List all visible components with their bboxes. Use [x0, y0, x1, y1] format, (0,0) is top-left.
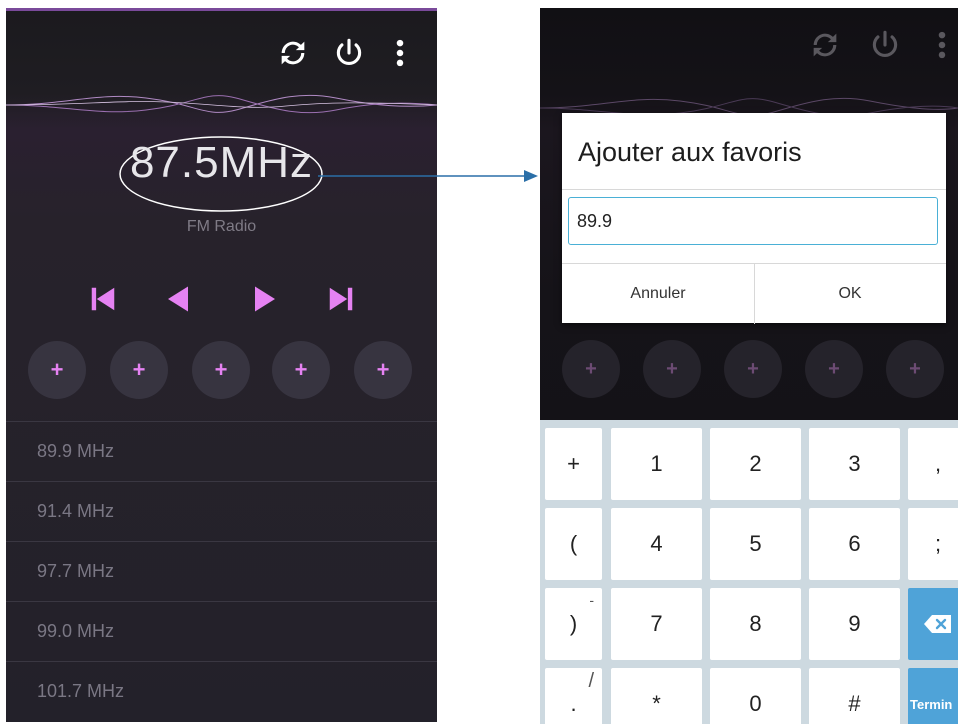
add-preset-label: +: [747, 357, 759, 380]
preset-slot-1[interactable]: +: [28, 341, 86, 399]
play-icon[interactable]: [250, 284, 280, 314]
key-period[interactable]: . /: [545, 668, 602, 724]
key-plus[interactable]: +: [545, 428, 602, 500]
preset-slot-3: +: [724, 340, 782, 398]
key-9[interactable]: 9: [809, 588, 900, 660]
key-comma[interactable]: ,: [908, 428, 958, 500]
preset-slot-1: +: [562, 340, 620, 398]
more-vert-icon[interactable]: [390, 36, 410, 70]
add-preset-label: +: [909, 357, 921, 380]
key-0[interactable]: 0: [710, 668, 801, 724]
key-hash[interactable]: #: [809, 668, 900, 724]
add-preset-label: +: [666, 357, 678, 380]
key-5[interactable]: 5: [710, 508, 801, 580]
station-item[interactable]: 89.9 MHz: [6, 421, 437, 481]
add-preset-label: +: [132, 357, 146, 382]
add-preset-label: +: [50, 357, 64, 382]
signal-wave: [6, 94, 437, 114]
refresh-icon[interactable]: [276, 36, 310, 70]
key-4[interactable]: 4: [611, 508, 702, 580]
skip-previous-icon[interactable]: [88, 284, 118, 314]
add-preset-label: +: [376, 357, 390, 382]
key-7[interactable]: 7: [611, 588, 702, 660]
more-vert-icon: [932, 28, 952, 62]
fm-radio-screen: 87.5MHz FM Radio + + + + + 89.9 MHz 91.4…: [6, 8, 437, 722]
preset-slot-3[interactable]: +: [192, 341, 250, 399]
dialog-button-bar: Annuler OK: [562, 263, 946, 324]
preset-slot-4: +: [805, 340, 863, 398]
flow-arrow: [318, 170, 538, 182]
key-alt-symbol: /: [588, 670, 594, 692]
numeric-keyboard: + 1 2 3 , ( 4 5 6 ; ) - 7 8 9 . / * 0 #: [540, 420, 958, 724]
station-item[interactable]: 97.7 MHz: [6, 541, 437, 601]
done-label: Termin: [910, 696, 953, 712]
add-preset-label: +: [294, 357, 308, 382]
key-primary: ): [569, 611, 578, 636]
add-preset-label: +: [828, 357, 840, 380]
backspace-icon: [924, 615, 951, 633]
frequency-value: 87.5: [129, 138, 220, 187]
preset-slot-2: +: [643, 340, 701, 398]
skip-next-icon[interactable]: [326, 284, 356, 314]
preset-slot-2[interactable]: +: [110, 341, 168, 399]
key-2[interactable]: 2: [710, 428, 801, 500]
station-list: 89.9 MHz 91.4 MHz 97.7 MHz 99.0 MHz 101.…: [6, 421, 437, 721]
action-bar: [6, 18, 437, 88]
power-icon: [868, 28, 902, 62]
add-favorite-dialog: Ajouter aux favoris 89.9 Annuler OK: [562, 113, 946, 324]
band-label: FM Radio: [186, 218, 257, 235]
key-8[interactable]: 8: [710, 588, 801, 660]
station-item[interactable]: 101.7 MHz: [6, 661, 437, 721]
refresh-icon: [808, 28, 842, 62]
key-alt-symbol: -: [589, 592, 594, 608]
frequency-unit: MHz: [219, 138, 314, 187]
status-line: [6, 8, 437, 11]
key-1[interactable]: 1: [611, 428, 702, 500]
done-key[interactable]: Termin: [908, 668, 958, 724]
ok-button[interactable]: OK: [754, 264, 946, 324]
backspace-key[interactable]: [908, 588, 958, 660]
dialog-divider: [562, 189, 946, 190]
step-back-icon[interactable]: [163, 284, 193, 314]
preset-slot-5: +: [886, 340, 944, 398]
dialog-title: Ajouter aux favoris: [578, 137, 802, 167]
preset-slot-5[interactable]: +: [354, 341, 412, 399]
add-favorite-screen: + + + + + Ajouter aux favoris 89.9 Annul…: [540, 8, 958, 724]
frequency-input[interactable]: 89.9: [568, 197, 938, 245]
preset-slot-4[interactable]: +: [272, 341, 330, 399]
key-semicolon[interactable]: ;: [908, 508, 958, 580]
key-primary: .: [570, 691, 577, 716]
cancel-button[interactable]: Annuler: [562, 264, 755, 324]
key-asterisk[interactable]: *: [611, 668, 702, 724]
key-open-paren[interactable]: (: [545, 508, 602, 580]
add-preset-label: +: [214, 357, 228, 382]
power-icon[interactable]: [332, 36, 366, 70]
station-item[interactable]: 99.0 MHz: [6, 601, 437, 661]
station-item[interactable]: 91.4 MHz: [6, 481, 437, 541]
key-close-paren[interactable]: ) -: [545, 588, 602, 660]
add-preset-label: +: [585, 357, 597, 380]
key-6[interactable]: 6: [809, 508, 900, 580]
key-3[interactable]: 3: [809, 428, 900, 500]
